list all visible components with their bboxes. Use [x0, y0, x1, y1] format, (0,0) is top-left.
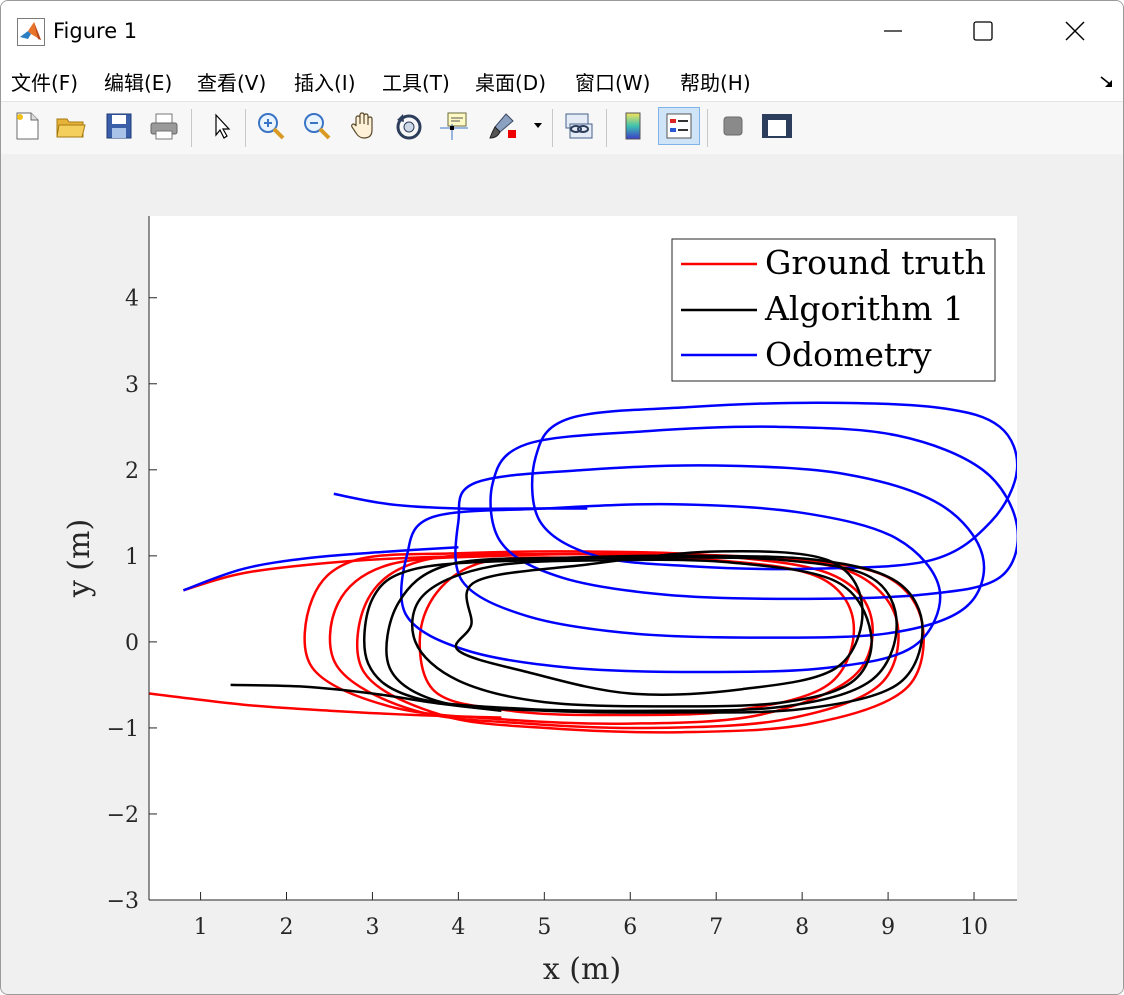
toolbar-separator: [606, 109, 607, 147]
brush-button[interactable]: [485, 107, 521, 145]
y-tick-label: 3: [125, 373, 139, 398]
figure-canvas: 1 2 3 4 5 6 7 8 9 10 4 3 2 1 0 −1 −2 −3 x (m) y (m) Grou…: [1, 154, 1123, 994]
zoom-out-icon: [304, 113, 331, 140]
maximize-button[interactable]: [937, 1, 1029, 61]
legend-icon: [666, 113, 692, 139]
y-tick-label: 4: [125, 287, 139, 312]
menu-tools[interactable]: 工具(T): [382, 67, 450, 96]
y-tick-label: −1: [107, 717, 139, 742]
matlab-logo-icon: [17, 18, 45, 46]
rotate-3d-button[interactable]: [391, 107, 427, 145]
toolbar-separator: [707, 109, 708, 147]
maximize-icon: [973, 21, 993, 41]
title-bar: Figure 1: [1, 1, 1123, 61]
x-tick-label: 6: [623, 915, 637, 940]
x-tick-label: 1: [194, 915, 208, 940]
legend[interactable]: Ground truth Algorithm 1 Odometry: [671, 238, 996, 382]
zoom-in-button[interactable]: [253, 107, 289, 145]
y-tick-label: 2: [125, 459, 139, 484]
zoom-out-button[interactable]: [299, 107, 335, 145]
toolbar-separator: [245, 109, 246, 147]
show-plot-tools-icon: [762, 114, 792, 138]
minimize-icon: [884, 30, 902, 32]
open-file-icon: [56, 118, 86, 138]
dock-arrow-icon[interactable]: [1099, 75, 1115, 89]
open-file-button[interactable]: [53, 107, 89, 145]
new-figure-button[interactable]: [9, 107, 45, 145]
save-icon: [106, 113, 132, 139]
hide-plot-tools-button[interactable]: [715, 107, 751, 145]
data-cursor-button[interactable]: [437, 107, 473, 145]
toolbar-separator: [191, 109, 192, 147]
menu-insert[interactable]: 插入(I): [294, 67, 356, 96]
rotate-3d-icon: [396, 114, 422, 140]
y-tick-label: 0: [125, 631, 139, 656]
y-tick-label: −3: [107, 889, 139, 914]
link-plot-icon: [565, 113, 593, 139]
close-button[interactable]: [1029, 1, 1121, 61]
print-button[interactable]: [146, 107, 182, 145]
save-button[interactable]: [101, 107, 137, 145]
x-tick-label: 5: [537, 915, 551, 940]
legend-label-ground-truth: Ground truth: [765, 243, 986, 282]
hide-plot-tools-icon: [723, 116, 743, 136]
x-tick-label: 2: [280, 915, 294, 940]
edit-plot-arrow-icon: [215, 113, 231, 139]
legend-label-odometry: Odometry: [765, 335, 932, 374]
y-axis-label: y (m): [62, 519, 97, 598]
menu-help[interactable]: 帮助(H): [680, 67, 751, 96]
x-tick-label: 10: [960, 915, 988, 940]
link-plot-button[interactable]: [561, 107, 597, 145]
menu-view[interactable]: 查看(V): [197, 67, 266, 96]
menu-desktop[interactable]: 桌面(D): [475, 67, 546, 96]
edit-plot-button[interactable]: [203, 107, 239, 145]
toolbar-separator: [552, 109, 553, 147]
pan-hand-icon: [351, 112, 373, 139]
x-tick-label: 7: [709, 915, 723, 940]
brush-icon: [489, 113, 516, 139]
colorbar-button[interactable]: [615, 107, 651, 145]
legend-button[interactable]: [658, 107, 700, 145]
x-axis-label: x (m): [543, 952, 621, 987]
legend-label-algorithm-1: Algorithm 1: [764, 289, 964, 328]
y-tick-label: 1: [125, 545, 139, 570]
zoom-in-icon: [258, 113, 285, 140]
brush-dropdown-button[interactable]: [529, 107, 547, 145]
new-figure-icon: [16, 112, 39, 140]
y-tick-label: −2: [107, 803, 139, 828]
menu-file[interactable]: 文件(F): [11, 67, 78, 96]
close-icon: [1065, 21, 1085, 41]
colorbar-icon: [625, 112, 641, 140]
print-icon: [150, 113, 178, 140]
show-plot-tools-button[interactable]: [759, 107, 795, 145]
window-title: Figure 1: [53, 19, 138, 43]
plot-svg: 1 2 3 4 5 6 7 8 9 10 43210−1−2−3 x (m) y (m) Grou…: [62, 216, 1017, 987]
minimize-button[interactable]: [847, 1, 939, 61]
data-cursor-icon: [440, 112, 468, 140]
x-tick-label: 9: [881, 915, 895, 940]
pan-button[interactable]: [346, 107, 382, 145]
menu-edit[interactable]: 编辑(E): [104, 67, 172, 96]
x-tick-label: 4: [451, 915, 465, 940]
chevron-down-icon: [534, 123, 542, 128]
figure-window: Figure 1 文件(F) 编辑(E) 查看(V) 插入(I) 工具(T) 桌…: [0, 0, 1124, 995]
x-tick-label: 8: [795, 915, 809, 940]
menu-window[interactable]: 窗口(W): [575, 67, 650, 96]
x-tick-label: 3: [365, 915, 379, 940]
